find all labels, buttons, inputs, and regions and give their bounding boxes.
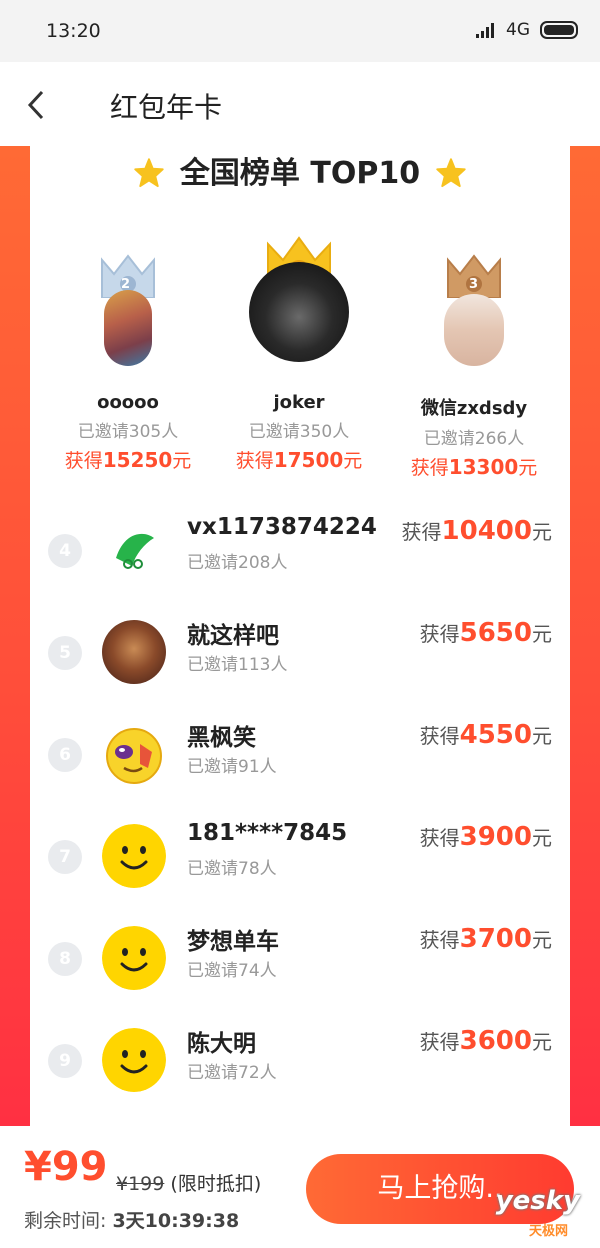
original-price: ¥199 (限时抵扣)	[116, 1173, 262, 1195]
list-item[interactable]: 4 vx1173874224 已邀请208人 获得10400元	[30, 506, 570, 596]
avatar[interactable]	[104, 290, 152, 366]
user-name: 就这样吧	[187, 623, 279, 649]
user-name: 梦想单车	[187, 929, 279, 955]
rank-3-badge: 3	[469, 277, 479, 292]
network-label: 4G	[506, 20, 530, 40]
user-name: 181****7845	[187, 820, 348, 846]
invited-count: 已邀请266人	[423, 429, 525, 449]
battery-icon	[540, 21, 578, 39]
smiley-icon	[102, 926, 166, 990]
earned-amount: 获得3600元	[419, 1026, 552, 1056]
rank-number: 4	[48, 534, 82, 568]
avatar[interactable]	[444, 294, 504, 366]
rank-number: 9	[48, 1044, 82, 1078]
smiley-icon	[102, 1028, 166, 1092]
invited-count: 已邀请113人	[187, 655, 288, 675]
user-name: 微信zxdsdy	[420, 398, 528, 419]
invited-count: 已邀请74人	[187, 961, 277, 981]
earned-amount: 获得15250元	[64, 448, 192, 472]
avatar	[102, 620, 166, 684]
rank-number: 7	[48, 840, 82, 874]
earned-amount: 获得17500元	[235, 448, 363, 472]
earned-amount: 获得5650元	[419, 618, 552, 648]
emoji-sunglasses-icon	[102, 722, 166, 786]
status-time: 13:20	[46, 20, 101, 42]
price: ¥99	[24, 1144, 108, 1190]
smiley-icon	[102, 824, 166, 888]
peapod-icon	[102, 518, 166, 582]
invited-count: 已邀请78人	[187, 859, 277, 879]
user-name: 陈大明	[187, 1031, 256, 1057]
user-name: joker	[273, 392, 325, 413]
earned-amount: 获得3900元	[419, 822, 552, 852]
rank-number: 6	[48, 738, 82, 772]
list-item[interactable]: 6 黑枫笑 已邀请91人 获得4550元	[30, 710, 570, 800]
user-name: vx1173874224	[187, 514, 377, 540]
page-title: 红包年卡	[110, 91, 223, 124]
invited-count: 已邀请305人	[77, 422, 179, 442]
user-name: 黑枫笑	[187, 725, 256, 751]
remaining-time: 剩余时间: 3天10:39:38	[24, 1210, 240, 1232]
list-item[interactable]: 7 181****7845 已邀请78人 获得3900元	[30, 812, 570, 902]
status-bar: 13:20 4G	[0, 0, 600, 62]
podium-second[interactable]: ooooo 已邀请305人 获得15250元	[43, 392, 213, 473]
back-arrow-icon[interactable]	[26, 90, 46, 120]
podium-first[interactable]: joker 已邀请350人 获得17500元	[214, 392, 384, 473]
rank-number: 5	[48, 636, 82, 670]
earned-amount: 获得3700元	[419, 924, 552, 954]
avatar[interactable]	[249, 262, 349, 362]
list-item[interactable]: 9 陈大明 已邀请72人 获得3600元	[30, 1016, 570, 1106]
earned-amount: 获得4550元	[419, 720, 552, 750]
signal-icon	[476, 22, 496, 38]
invited-count: 已邀请208人	[187, 553, 288, 573]
list-item[interactable]: 5 就这样吧 已邀请113人 获得5650元	[30, 608, 570, 698]
list-item[interactable]: 8 梦想单车 已邀请74人 获得3700元	[30, 914, 570, 1004]
user-name: ooooo	[97, 392, 159, 413]
watermark-sub: 天极网	[528, 1224, 568, 1239]
board-title: 全国榜单 TOP10	[179, 156, 421, 191]
star-icon	[436, 158, 466, 188]
podium-third[interactable]: 微信zxdsdy 已邀请266人 获得13300元	[389, 394, 559, 480]
earned-amount: 获得10400元	[401, 516, 552, 546]
rank-number: 8	[48, 942, 82, 976]
invited-count: 已邀请72人	[187, 1063, 277, 1083]
nav-bar: 红包年卡	[0, 62, 600, 146]
invited-count: 已邀请91人	[187, 757, 277, 777]
purchase-bar: ¥99 ¥199 (限时抵扣) 剩余时间: 3天10:39:38 马上抢购.. …	[0, 1126, 600, 1248]
status-icons: 4G	[476, 20, 578, 40]
watermark-logo: yesky	[495, 1186, 580, 1216]
earned-amount: 获得13300元	[410, 455, 538, 479]
invited-count: 已邀请350人	[248, 422, 350, 442]
